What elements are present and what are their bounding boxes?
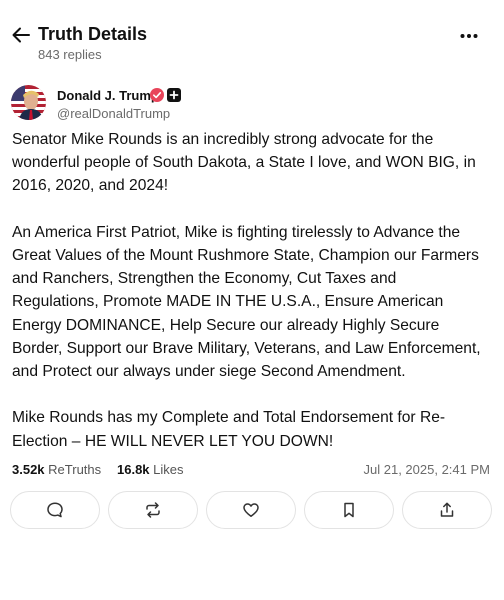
heart-icon [243,503,259,517]
bookmark-icon [344,502,354,518]
post-line: An America First Patriot, Mike is fighti… [12,223,461,241]
verified-badge-icon [150,88,164,102]
more-options-button[interactable] [458,28,480,44]
post-line: Regulations, Promote MADE IN THE U.S.A.,… [12,293,444,311]
post-line: Border, Support our Brave Military, Vete… [12,339,481,357]
post-stats: 3.52k ReTruths 16.8k Likes Jul 21, 2025,… [12,462,490,480]
reply-button[interactable] [10,491,100,529]
post-line: Mike Rounds has my Complete and Total En… [12,409,446,427]
author-name[interactable]: Donald J. Trump [57,88,159,103]
post-line: and Protect our always under siege Secon… [12,363,406,381]
post-timestamp: Jul 21, 2025, 2:41 PM [363,462,490,477]
retruths-stat[interactable]: 3.52k ReTruths [12,462,101,477]
reply-count: 843 replies [38,47,102,62]
post-line: wonderful people of South Dakota, a Stat… [12,154,476,172]
plus-badge-icon [167,88,181,102]
retruths-count: 3.52k [12,462,45,477]
post-line: Election – HE WILL NEVER LET YOU DOWN! [12,432,334,450]
retruths-label: ReTruths [48,462,102,477]
retruth-button[interactable] [108,491,198,529]
share-icon [440,502,454,517]
post-line: and Ranchers, Strengthen the Economy, Cu… [12,270,397,288]
post-line: Energy DOMINANCE, Help Secure our alread… [12,316,440,334]
post-line: Great Values of the Mount Rushmore State… [12,247,479,264]
back-button[interactable] [10,24,32,46]
likes-count: 16.8k [117,462,150,477]
page-header: Truth Details 843 replies [0,0,504,74]
more-horizontal-icon [460,34,478,38]
likes-label: Likes [153,462,184,477]
post-line: Senator Mike Rounds is an incredibly str… [12,131,434,148]
author-handle: @realDonaldTrump [57,106,171,121]
like-button[interactable] [206,491,296,529]
likes-stat[interactable]: 16.8k Likes [117,462,184,477]
repost-icon [146,502,160,518]
bookmark-button[interactable] [304,491,394,529]
page-title: Truth Details [38,24,148,44]
post-actions [10,491,492,529]
post-line: 2016, 2020, and 2024! [12,177,169,195]
share-button[interactable] [402,491,492,529]
post-text: Senator Mike Rounds is an incredibly str… [12,128,496,453]
arrow-left-icon [12,27,30,43]
comment-icon [47,502,63,518]
avatar[interactable] [11,85,46,120]
post-author: Donald J. Trump @realDonaldTrump [11,85,491,125]
